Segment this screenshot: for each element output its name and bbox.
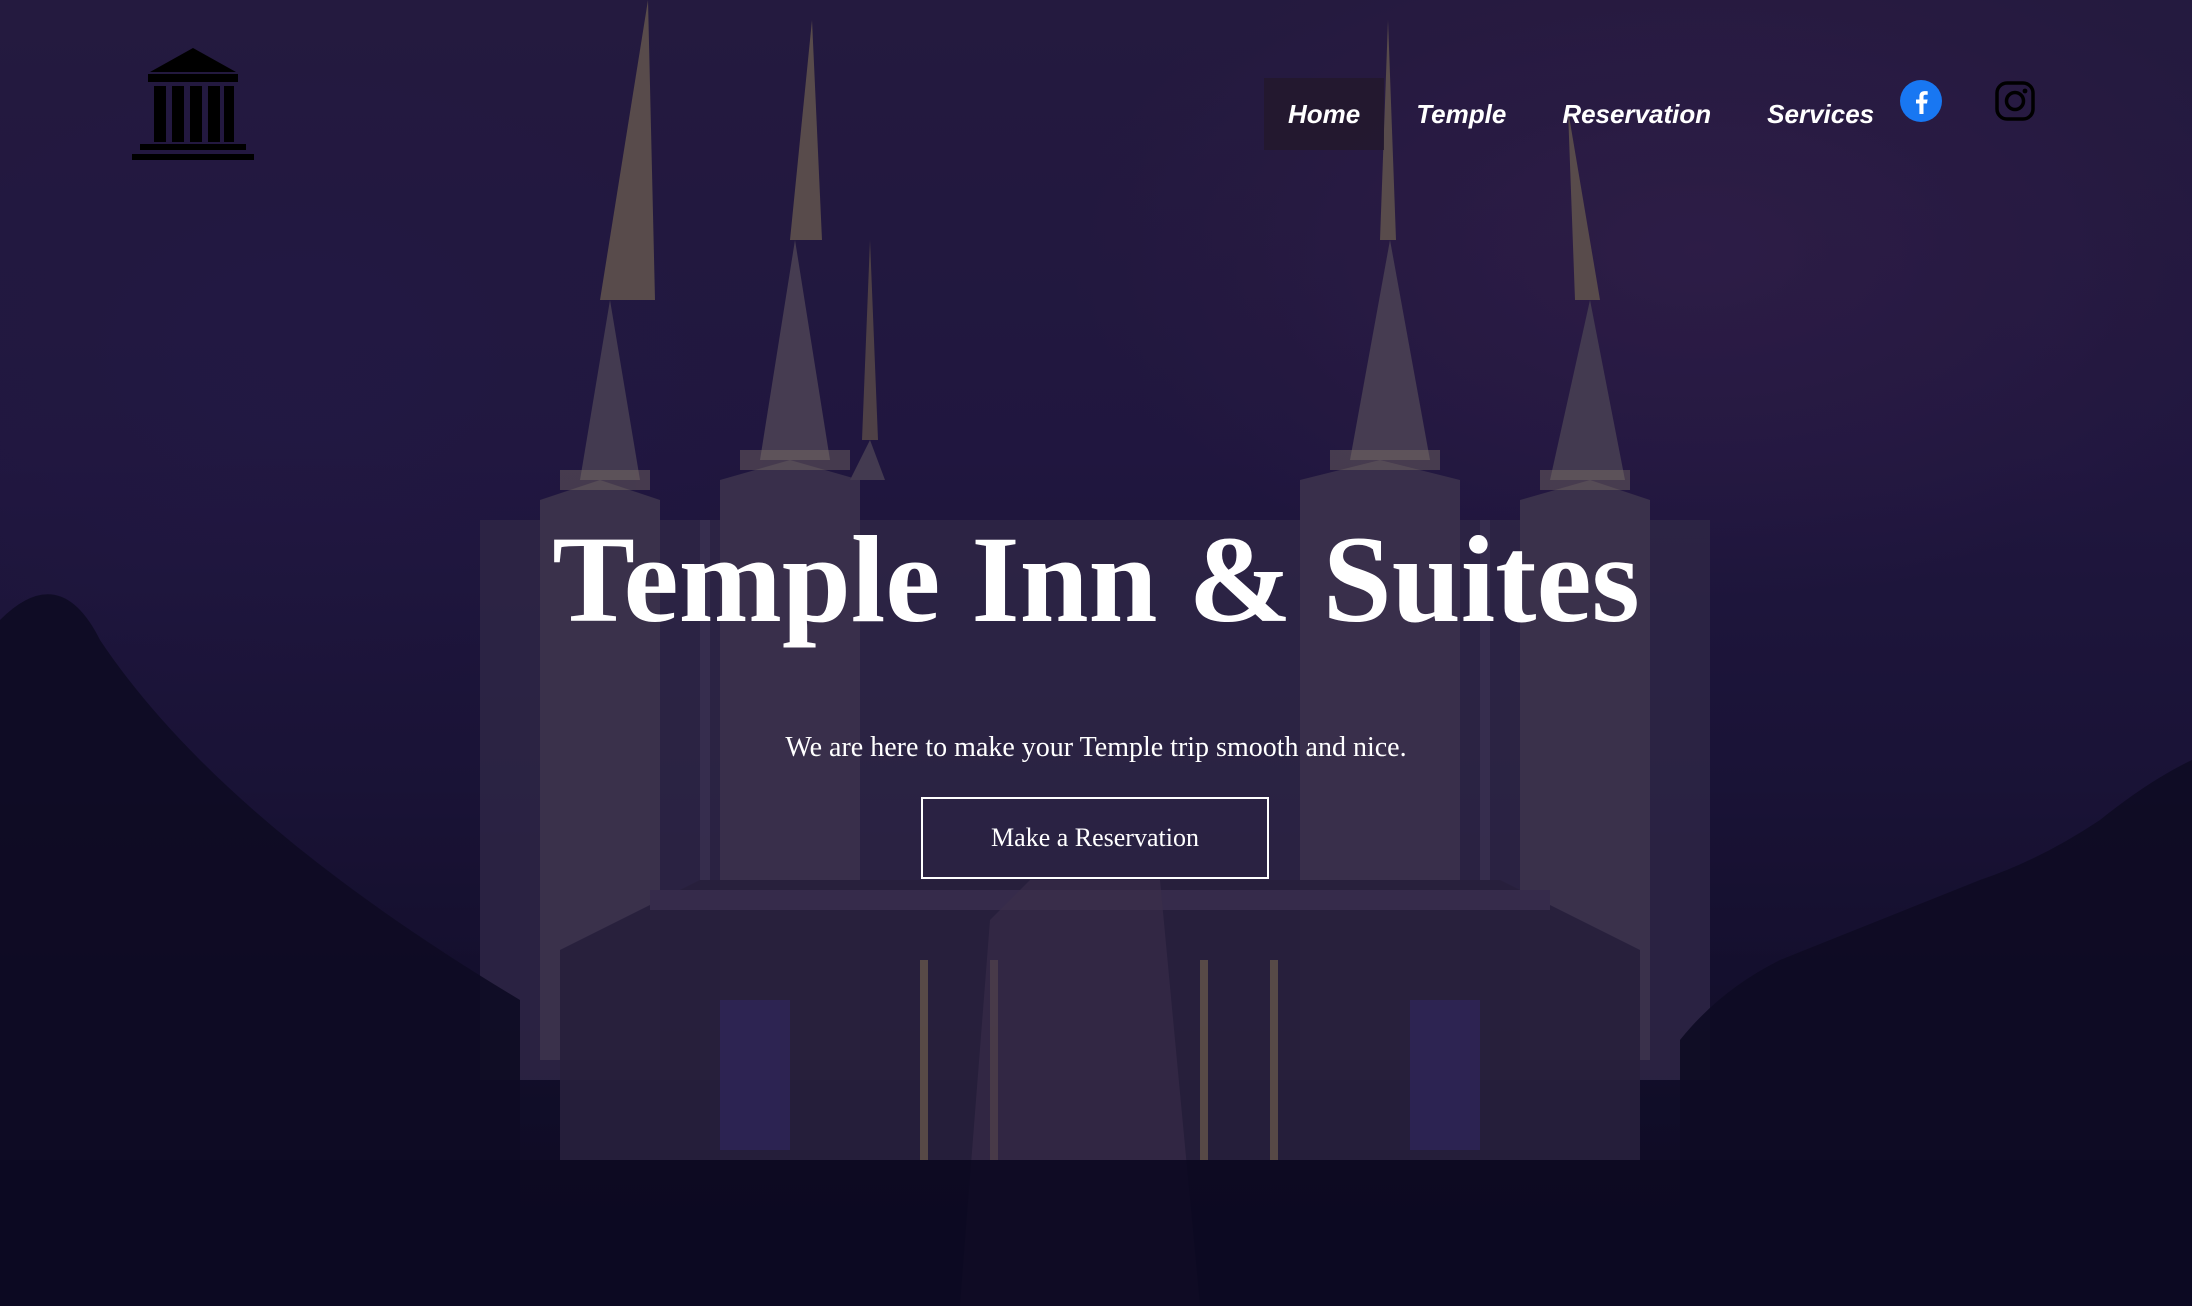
temple-illustration: [0, 0, 2192, 1306]
nav-item-home[interactable]: Home: [1264, 78, 1385, 150]
nav-item-reservation[interactable]: Reservation: [1538, 78, 1735, 150]
make-reservation-button[interactable]: Make a Reservation: [921, 797, 1269, 879]
logo-temple-building-icon[interactable]: [130, 44, 256, 164]
facebook-icon: [1900, 80, 1942, 122]
nav-item-temple[interactable]: Temple: [1392, 78, 1530, 150]
facebook-link[interactable]: [1900, 80, 1942, 122]
main-nav: Home Temple Reservation Services: [1264, 78, 1906, 150]
hero-background-image: [0, 0, 2192, 1306]
page: Home Temple Reservation Services Temple …: [0, 0, 2192, 1306]
nav-item-services[interactable]: Services: [1743, 78, 1898, 150]
hero-subtitle: We are here to make your Temple trip smo…: [785, 732, 1407, 763]
hero-title: Temple Inn & Suites: [552, 511, 1640, 648]
instagram-icon: [1995, 81, 2035, 121]
instagram-link[interactable]: [1994, 80, 2036, 122]
temple-building-icon: [132, 48, 254, 160]
